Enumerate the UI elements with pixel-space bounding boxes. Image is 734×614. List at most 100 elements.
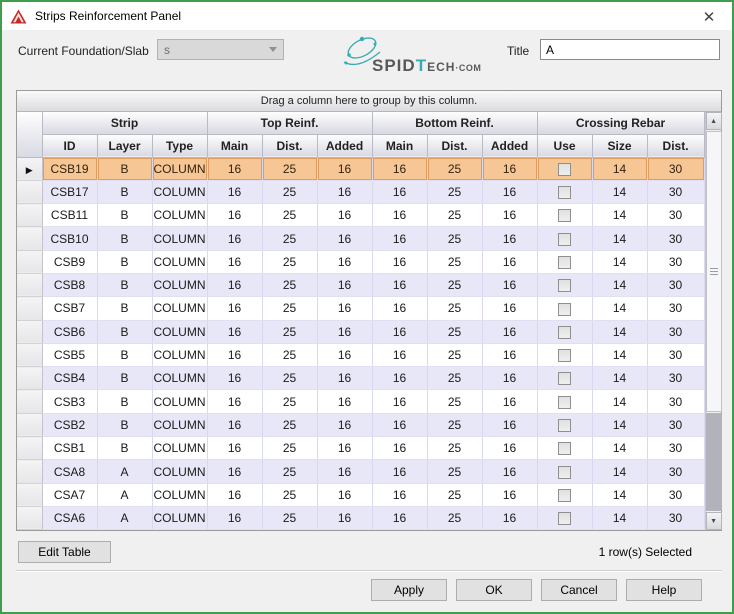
cell-layer[interactable]: B (97, 413, 152, 436)
cell-layer[interactable]: B (97, 204, 152, 227)
column-group-bottom-reinf-[interactable]: Bottom Reinf. (372, 112, 537, 134)
use-checkbox[interactable] (558, 326, 571, 339)
table-row-csb11[interactable]: CSB11BCOLUMN1625161625161430 (17, 204, 704, 227)
row-indicator[interactable] (17, 343, 42, 366)
cell-dist[interactable]: 30 (647, 506, 704, 529)
cell-use-checked[interactable] (537, 157, 592, 180)
cell-size[interactable]: 14 (592, 227, 647, 250)
cell-bottom-added[interactable]: 16 (482, 460, 537, 483)
cell-dist[interactable]: 30 (647, 460, 704, 483)
cell-bottom-main[interactable]: 16 (372, 180, 427, 203)
column-group-crossing-rebar[interactable]: Crossing Rebar (537, 112, 704, 134)
use-checkbox[interactable] (558, 349, 571, 362)
row-indicator[interactable] (17, 460, 42, 483)
row-indicator[interactable] (17, 413, 42, 436)
cell-top-main[interactable]: 16 (207, 506, 262, 529)
cell-size[interactable]: 14 (592, 343, 647, 366)
cell-type[interactable]: COLUMN (152, 320, 207, 343)
cell-top-added[interactable]: 16 (317, 483, 372, 506)
cell-top-added[interactable]: 16 (317, 297, 372, 320)
cell-bottom-added[interactable]: 16 (482, 320, 537, 343)
cell-top-main[interactable]: 16 (207, 437, 262, 460)
use-checkbox[interactable] (558, 442, 571, 455)
cell-top-main[interactable]: 16 (207, 483, 262, 506)
cell-top-dist[interactable]: 25 (262, 343, 317, 366)
cell-bottom-added[interactable]: 16 (482, 390, 537, 413)
column-header-use-9[interactable]: Use (537, 134, 592, 157)
cell-layer[interactable]: B (97, 320, 152, 343)
cell-type[interactable]: COLUMN (152, 460, 207, 483)
cell-id[interactable]: CSB19 (42, 157, 97, 180)
cell-bottom-dist[interactable]: 25 (427, 390, 482, 413)
cell-top-added[interactable]: 16 (317, 204, 372, 227)
row-indicator[interactable] (17, 320, 42, 343)
cell-top-added[interactable]: 16 (317, 273, 372, 296)
use-checkbox[interactable] (558, 489, 571, 502)
column-header-layer-1[interactable]: Layer (97, 134, 152, 157)
row-indicator[interactable] (17, 390, 42, 413)
cell-top-added[interactable]: 16 (317, 343, 372, 366)
cell-bottom-main[interactable]: 16 (372, 483, 427, 506)
use-checkbox[interactable] (558, 279, 571, 292)
cell-dist[interactable]: 30 (647, 273, 704, 296)
column-header-size-10[interactable]: Size (592, 134, 647, 157)
cell-size[interactable]: 14 (592, 506, 647, 529)
column-header-main-6[interactable]: Main (372, 134, 427, 157)
cell-id[interactable]: CSA8 (42, 460, 97, 483)
cell-top-added[interactable]: 16 (317, 250, 372, 273)
cell-bottom-main[interactable]: 16 (372, 227, 427, 250)
cell-size[interactable]: 14 (592, 157, 647, 180)
cell-size[interactable]: 14 (592, 367, 647, 390)
cell-type[interactable]: COLUMN (152, 250, 207, 273)
cell-top-main[interactable]: 16 (207, 367, 262, 390)
cell-dist[interactable]: 30 (647, 320, 704, 343)
cell-layer[interactable]: B (97, 273, 152, 296)
column-header-added-5[interactable]: Added (317, 134, 372, 157)
column-group-strip[interactable]: Strip (42, 112, 207, 134)
cell-id[interactable]: CSB9 (42, 250, 97, 273)
cell-bottom-dist[interactable]: 25 (427, 483, 482, 506)
cell-top-main[interactable]: 16 (207, 204, 262, 227)
cell-bottom-dist[interactable]: 25 (427, 157, 482, 180)
cell-bottom-main[interactable]: 16 (372, 460, 427, 483)
table-row-csb4[interactable]: CSB4BCOLUMN1625161625161430 (17, 367, 704, 390)
cell-bottom-dist[interactable]: 25 (427, 297, 482, 320)
cell-top-added[interactable]: 16 (317, 320, 372, 343)
vertical-scrollbar[interactable]: ▲ ▼ (705, 112, 721, 530)
cell-top-dist[interactable]: 25 (262, 180, 317, 203)
cell-use-checked[interactable] (537, 250, 592, 273)
cell-dist[interactable]: 30 (647, 343, 704, 366)
cell-id[interactable]: CSB10 (42, 227, 97, 250)
ok-button[interactable]: OK (456, 579, 532, 601)
scroll-up-icon[interactable]: ▲ (706, 112, 722, 130)
cell-bottom-dist[interactable]: 25 (427, 413, 482, 436)
cell-bottom-main[interactable]: 16 (372, 413, 427, 436)
cell-top-added[interactable]: 16 (317, 460, 372, 483)
cell-use-checked[interactable] (537, 460, 592, 483)
cell-type[interactable]: COLUMN (152, 437, 207, 460)
cell-bottom-main[interactable]: 16 (372, 506, 427, 529)
cell-id[interactable]: CSB4 (42, 367, 97, 390)
cell-dist[interactable]: 30 (647, 180, 704, 203)
table-row-csb10[interactable]: CSB10BCOLUMN1625161625161430 (17, 227, 704, 250)
cell-top-main[interactable]: 16 (207, 320, 262, 343)
cell-top-dist[interactable]: 25 (262, 204, 317, 227)
cell-use-checked[interactable] (537, 413, 592, 436)
cell-id[interactable]: CSB7 (42, 297, 97, 320)
cell-bottom-dist[interactable]: 25 (427, 460, 482, 483)
cell-top-added[interactable]: 16 (317, 157, 372, 180)
row-indicator[interactable]: ▶ (17, 157, 42, 180)
cell-bottom-added[interactable]: 16 (482, 367, 537, 390)
cell-size[interactable]: 14 (592, 390, 647, 413)
cell-top-dist[interactable]: 25 (262, 437, 317, 460)
cell-bottom-added[interactable]: 16 (482, 297, 537, 320)
table-row-csb2[interactable]: CSB2BCOLUMN1625161625161430 (17, 413, 704, 436)
title-input[interactable] (540, 39, 720, 60)
column-header-dist-4[interactable]: Dist. (262, 134, 317, 157)
cell-use-checked[interactable] (537, 227, 592, 250)
edit-table-button[interactable]: Edit Table (18, 541, 111, 563)
cell-dist[interactable]: 30 (647, 390, 704, 413)
cell-layer[interactable]: B (97, 180, 152, 203)
cell-top-added[interactable]: 16 (317, 437, 372, 460)
cell-layer[interactable]: B (97, 390, 152, 413)
